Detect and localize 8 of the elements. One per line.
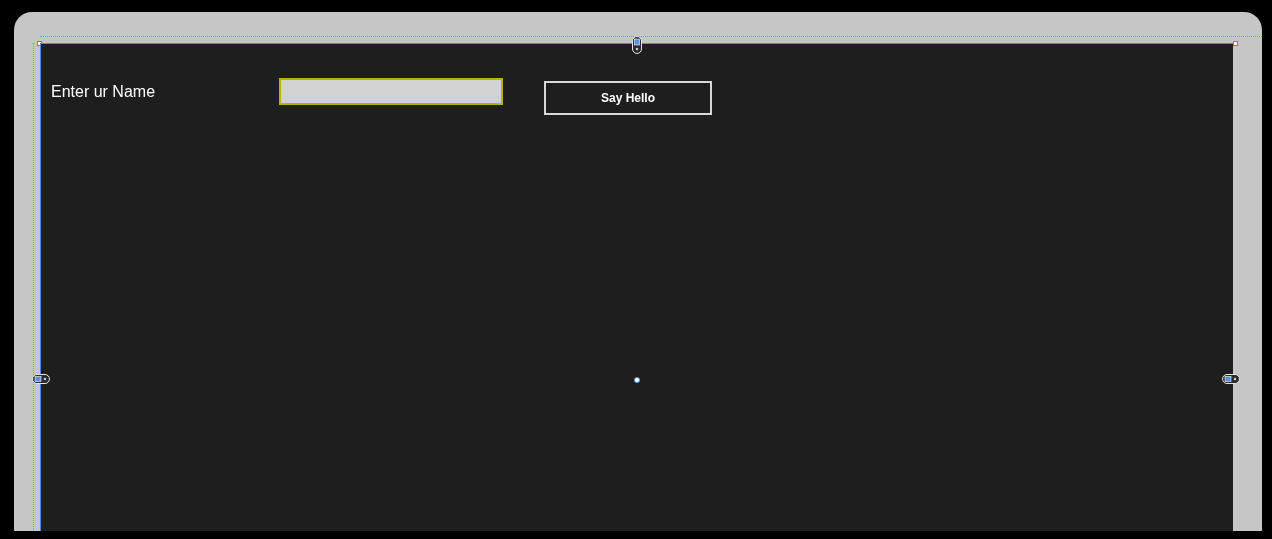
name-label: Enter ur Name [51,82,157,102]
left-resize-handle[interactable] [32,374,50,384]
right-resize-handle[interactable] [1222,374,1240,384]
center-point-icon [634,377,640,383]
top-resize-handle[interactable] [632,36,642,54]
name-input-field[interactable] [279,78,503,105]
corner-handle-icon[interactable] [1233,41,1238,46]
say-hello-button[interactable]: Say Hello [544,81,712,115]
